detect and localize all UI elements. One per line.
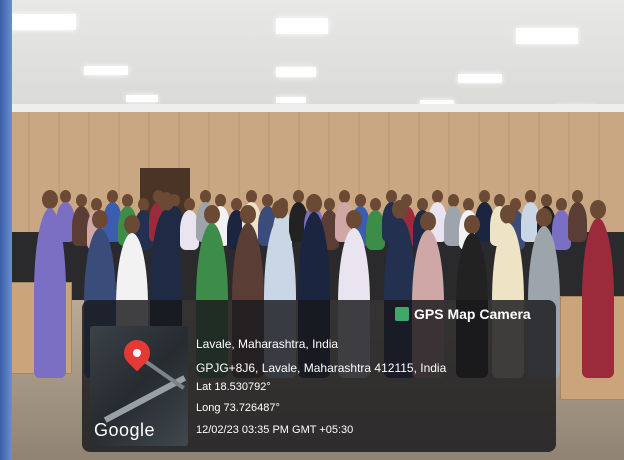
ceiling	[0, 0, 624, 112]
person-head	[392, 200, 408, 219]
person-head	[272, 200, 288, 219]
person-body	[34, 208, 66, 378]
person-head	[240, 205, 256, 224]
map-attribution: Google	[94, 420, 156, 440]
app-name: GPS Map Camera	[414, 306, 531, 322]
person-head	[306, 194, 322, 213]
person-head	[158, 192, 174, 211]
location-pin-dot	[133, 349, 141, 357]
gps-camera-icon	[395, 307, 409, 321]
person-body	[567, 202, 587, 242]
longitude: Long 73.726487°	[196, 402, 280, 414]
person-head	[590, 200, 606, 219]
person-head	[536, 208, 552, 227]
ceiling-light	[10, 14, 76, 30]
person-head	[420, 212, 436, 231]
ceiling-light	[276, 18, 328, 34]
person-head	[204, 205, 220, 224]
ceiling-light	[458, 74, 502, 83]
latitude: Lat 18.530792°	[196, 381, 271, 393]
group-photo: Google GPS Map Camera Lavale, Maharashtr…	[0, 0, 624, 460]
ceiling-light	[126, 95, 158, 102]
ceiling-light	[276, 67, 316, 77]
ceiling-light	[84, 66, 128, 75]
left-edge	[0, 0, 12, 460]
person-head	[464, 215, 480, 234]
map-thumbnail: Google	[90, 326, 188, 446]
person-head	[346, 210, 362, 229]
ceiling-light	[516, 28, 578, 44]
person-head	[500, 205, 516, 224]
person-head	[92, 210, 108, 229]
person-head	[42, 190, 58, 209]
address: GPJG+8J6, Lavale, Maharashtra 412115, In…	[196, 361, 447, 375]
ceiling-light	[276, 97, 306, 103]
person-body	[582, 218, 614, 378]
place: Lavale, Maharashtra, India	[196, 337, 339, 351]
datetime: 12/02/23 03:35 PM GMT +05:30	[196, 424, 354, 436]
person-head	[124, 215, 140, 234]
